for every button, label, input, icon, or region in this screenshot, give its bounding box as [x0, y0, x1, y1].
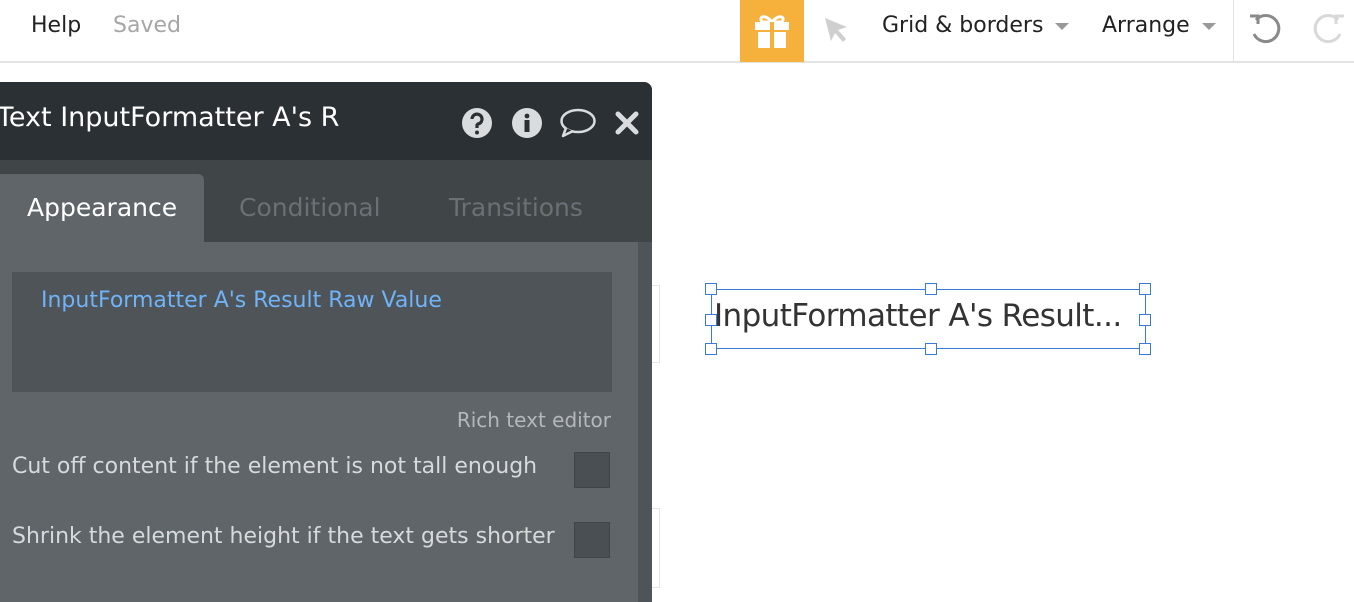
shrink-height-checkbox[interactable]	[574, 522, 610, 558]
top-toolbar: Help Saved Grid & borders Arrange	[0, 0, 1354, 63]
arrange-dropdown[interactable]: Arrange	[1102, 13, 1216, 38]
cut-off-content-checkbox[interactable]	[574, 452, 610, 488]
dynamic-expression[interactable]: InputFormatter A's Result Raw Value	[41, 288, 442, 313]
close-button[interactable]	[610, 106, 644, 140]
info-button[interactable]	[510, 106, 544, 140]
grid-borders-dropdown[interactable]: Grid & borders	[882, 13, 1070, 38]
close-icon	[615, 111, 639, 135]
panel-body: InputFormatter A's Result Raw Value Rich…	[0, 242, 652, 602]
redo-icon	[1313, 14, 1344, 44]
gift-button[interactable]	[740, 0, 804, 62]
tab-conditional[interactable]: Conditional	[239, 174, 381, 242]
panel-header[interactable]: Text InputFormatter A's R	[0, 82, 652, 160]
resize-handle-top-left[interactable]	[705, 283, 717, 295]
resize-handle-right[interactable]	[1139, 314, 1151, 326]
gift-icon	[755, 15, 789, 48]
resize-handle-top[interactable]	[925, 283, 937, 295]
shrink-height-label: Shrink the element height if the text ge…	[12, 524, 555, 549]
tab-appearance[interactable]: Appearance	[0, 174, 204, 242]
info-circle-icon	[512, 108, 542, 138]
selected-text-element[interactable]: InputFormatter A's Result...	[711, 289, 1146, 349]
select-pointer-button[interactable]	[818, 12, 854, 48]
arrange-label: Arrange	[1102, 13, 1190, 38]
save-status: Saved	[113, 13, 181, 38]
redo-button[interactable]	[1310, 10, 1348, 48]
resize-handle-left[interactable]	[705, 314, 717, 326]
cursor-arrow-icon	[825, 18, 847, 42]
undo-icon	[1250, 14, 1281, 44]
resize-handle-top-right[interactable]	[1139, 283, 1151, 295]
tab-transitions[interactable]: Transitions	[449, 174, 583, 242]
panel-title: Text InputFormatter A's R	[0, 102, 340, 133]
rich-text-editor-link[interactable]: Rich text editor	[457, 408, 611, 432]
question-circle-icon	[462, 108, 492, 138]
cut-off-content-label: Cut off content if the element is not ta…	[12, 454, 538, 479]
resize-handle-bottom[interactable]	[925, 343, 937, 355]
comment-button[interactable]	[558, 106, 598, 140]
property-editor-panel: Text InputFormatter A's R Appearance Con…	[0, 82, 652, 602]
speech-bubble-icon	[560, 108, 596, 138]
panel-tabs: Appearance Conditional Transitions	[0, 160, 652, 242]
grid-borders-label: Grid & borders	[882, 13, 1044, 38]
chevron-down-icon	[1201, 23, 1216, 30]
help-button[interactable]	[460, 106, 494, 140]
resize-handle-bottom-right[interactable]	[1139, 343, 1151, 355]
selected-element-text: InputFormatter A's Result...	[714, 298, 1122, 334]
chevron-down-icon	[1055, 23, 1070, 30]
text-expression-field[interactable]: InputFormatter A's Result Raw Value	[12, 272, 612, 392]
panel-scrollbar[interactable]	[638, 242, 652, 602]
resize-handle-bottom-left[interactable]	[705, 343, 717, 355]
help-menu[interactable]: Help	[31, 13, 81, 38]
toolbar-divider	[1233, 0, 1234, 62]
undo-button[interactable]	[1246, 10, 1284, 48]
